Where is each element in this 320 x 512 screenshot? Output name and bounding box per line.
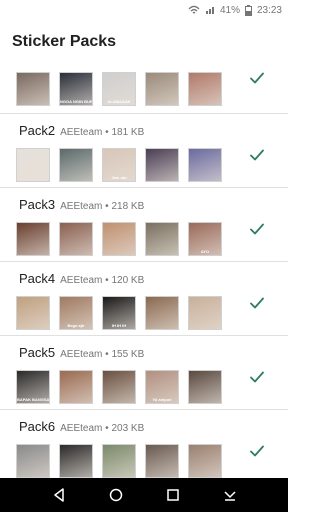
sticker-pack-row[interactable]: Pack2 AEEteam • 181 KB Jam otu	[0, 114, 288, 188]
sticker-thumbnail	[188, 72, 222, 106]
sticker-thumbnail: Bego ajir	[59, 296, 93, 330]
app-bar: Sticker Packs	[0, 20, 288, 64]
sticker-caption: BAPAK BANGSA	[17, 397, 49, 402]
sticker-thumbnails	[16, 444, 231, 478]
pack-size: 155 KB	[111, 349, 145, 360]
pack-meta: AEEteam • 120 KB	[60, 275, 144, 286]
check-icon[interactable]	[248, 294, 266, 312]
pack-name: Pack6	[19, 419, 56, 434]
pack-meta: AEEteam • 181 KB	[60, 127, 144, 138]
pack-publisher: AEEteam	[60, 349, 103, 360]
sticker-thumbnail	[59, 148, 93, 182]
sticker-thumbnail	[188, 444, 222, 478]
sticker-thumbnail	[59, 370, 93, 404]
sticker-thumbnails: BAPAK BANGSA YA ampun	[16, 370, 231, 404]
sticker-thumbnail	[188, 370, 222, 404]
sticker-thumbnail: ALAMAAAK	[102, 72, 136, 106]
sticker-thumbnail	[16, 148, 50, 182]
page-title: Sticker Packs	[12, 33, 117, 50]
pack-publisher: AEEteam	[60, 423, 103, 434]
battery-icon	[244, 4, 252, 16]
navigation-bar	[0, 478, 288, 512]
pack-name: Pack3	[19, 197, 56, 212]
sticker-pack-list[interactable]: NGGA NGIN BURY ALAMAAAK Pack2 AEEteam • 181…	[0, 64, 288, 478]
pack-size: 218 KB	[111, 201, 145, 212]
check-icon[interactable]	[248, 146, 266, 164]
sticker-thumbnail	[145, 72, 179, 106]
sticker-thumbnail: Jam otu	[102, 148, 136, 182]
network-icon	[205, 5, 215, 15]
sticker-thumbnail: BAPAK BANGSA	[16, 370, 50, 404]
pack-header: Pack4 AEEteam • 120 KB	[19, 271, 144, 286]
keyboard-hide-icon[interactable]	[218, 483, 242, 507]
pack-size: 203 KB	[111, 423, 145, 434]
sticker-caption: NGGA NGIN BURY	[60, 99, 92, 104]
pack-header: Pack6 AEEteam • 203 KB	[19, 419, 144, 434]
sticker-thumbnails: NGGA NGIN BURY ALAMAAAK	[16, 72, 231, 106]
sticker-thumbnail	[188, 296, 222, 330]
sticker-thumbnail: IH IH IH	[102, 296, 136, 330]
pack-publisher: AEEteam	[60, 127, 103, 138]
sticker-thumbnail	[145, 444, 179, 478]
sticker-pack-row[interactable]: Pack4 AEEteam • 120 KB Bego ajir IH IH IH	[0, 262, 288, 336]
sticker-pack-row[interactable]: Pack6 AEEteam • 203 KB	[0, 410, 288, 478]
sticker-thumbnail: AYO	[188, 222, 222, 256]
sticker-thumbnail	[102, 370, 136, 404]
pack-name: Pack2	[19, 123, 56, 138]
sticker-thumbnail	[145, 148, 179, 182]
sticker-thumbnail: YA ampun	[145, 370, 179, 404]
battery-percent: 41%	[219, 4, 240, 16]
sticker-thumbnail	[188, 148, 222, 182]
pack-size: 120 KB	[111, 275, 145, 286]
sticker-pack-row[interactable]: Pack5 AEEteam • 155 KB BAPAK BANGSA YA ampu…	[0, 336, 288, 410]
check-icon[interactable]	[248, 69, 266, 87]
pack-publisher: AEEteam	[60, 275, 103, 286]
sticker-thumbnail	[145, 296, 179, 330]
sticker-caption: AYO	[200, 249, 210, 254]
sticker-caption: Jam otu	[111, 175, 127, 180]
sticker-pack-row[interactable]: NGGA NGIN BURY ALAMAAAK	[0, 64, 288, 114]
home-icon[interactable]	[104, 483, 128, 507]
sticker-pack-row[interactable]: Pack3 AEEteam • 218 KB AYO	[0, 188, 288, 262]
status-bar: 41% 23:23	[0, 0, 288, 20]
sticker-thumbnail	[16, 72, 50, 106]
sticker-caption: Bego ajir	[67, 323, 85, 328]
sticker-thumbnail	[102, 222, 136, 256]
sticker-thumbnail	[102, 444, 136, 478]
recents-icon[interactable]	[161, 483, 185, 507]
pack-name: Pack4	[19, 271, 56, 286]
sticker-thumbnails: AYO	[16, 222, 231, 256]
sticker-thumbnails: Jam otu	[16, 148, 231, 182]
pack-header: Pack3 AEEteam • 218 KB	[19, 197, 144, 212]
sticker-thumbnail	[59, 444, 93, 478]
pack-meta: AEEteam • 155 KB	[60, 349, 144, 360]
sticker-caption: ALAMAAAK	[107, 99, 131, 104]
signal-icon	[188, 5, 200, 15]
sticker-thumbnail	[59, 222, 93, 256]
sticker-thumbnail	[16, 444, 50, 478]
sticker-thumbnails: Bego ajir IH IH IH	[16, 296, 231, 330]
sticker-thumbnail	[16, 296, 50, 330]
pack-meta: AEEteam • 203 KB	[60, 423, 144, 434]
pack-publisher: AEEteam	[60, 201, 103, 212]
check-icon[interactable]	[248, 220, 266, 238]
check-icon[interactable]	[248, 368, 266, 386]
pack-meta: AEEteam • 218 KB	[60, 201, 144, 212]
pack-size: 181 KB	[111, 127, 145, 138]
sticker-thumbnail	[145, 222, 179, 256]
sticker-caption: YA ampun	[152, 397, 172, 402]
sticker-caption: IH IH IH	[111, 323, 127, 328]
pack-header: Pack5 AEEteam • 155 KB	[19, 345, 144, 360]
pack-name: Pack5	[19, 345, 56, 360]
check-icon[interactable]	[248, 442, 266, 460]
sticker-thumbnail	[16, 222, 50, 256]
clock: 23:23	[256, 4, 282, 16]
back-icon[interactable]	[47, 483, 71, 507]
pack-header: Pack2 AEEteam • 181 KB	[19, 123, 144, 138]
sticker-thumbnail: NGGA NGIN BURY	[59, 72, 93, 106]
